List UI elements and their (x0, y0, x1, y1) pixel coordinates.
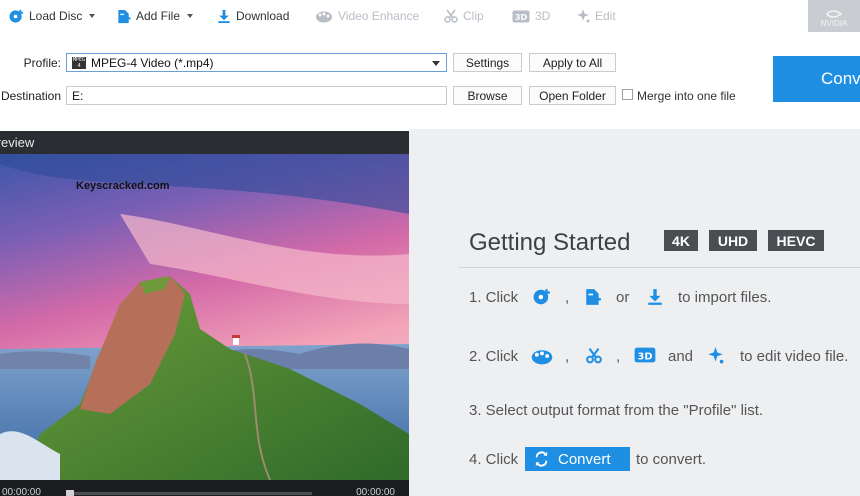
step3-text: 3. Select output format from the "Profil… (469, 402, 764, 419)
settings-button[interactable]: Settings (453, 53, 522, 72)
merge-checkbox[interactable] (622, 89, 633, 100)
destination-input[interactable]: E: (66, 86, 447, 105)
3d-icon: 3D (512, 10, 530, 22)
add-file-label: Add File (136, 9, 181, 23)
step4-suffix: to convert. (636, 451, 707, 468)
load-disc-icon (9, 9, 24, 23)
step1-suffix: to import files. (678, 289, 772, 306)
4k-badge: 4K (664, 230, 698, 251)
clip-button[interactable]: Clip (444, 7, 484, 25)
step1-prefix: 1. Click (469, 289, 519, 306)
load-disc-label: Load Disc (29, 9, 83, 23)
video-enhance-icon (316, 11, 332, 23)
add-file-button[interactable]: Add File (117, 7, 194, 25)
app-window: Load Disc Add File Download Video Enhanc… (0, 0, 860, 496)
video-enhance-label: Video Enhance (338, 9, 420, 23)
edit-icon (577, 9, 590, 23)
getting-started-panel (409, 129, 860, 496)
video-enhance-button[interactable]: Video Enhance (315, 7, 419, 25)
preview-header: Preview (0, 131, 409, 154)
convert-button[interactable]: Convert (773, 56, 860, 102)
profile-label: Profile: (23, 56, 61, 70)
watermark-text: Keyscracked.com (76, 180, 170, 192)
edit-label: Edit (595, 9, 616, 23)
step1-or: or (616, 289, 630, 306)
nvidia-logo-icon (826, 10, 843, 18)
convert-label: Convert (821, 69, 860, 88)
download-label: Download (236, 9, 290, 23)
uhd-badge: UHD (709, 230, 757, 251)
3d-label: 3D (535, 9, 551, 23)
chevron-down-icon (89, 14, 96, 18)
svg-text:3D: 3D (515, 13, 528, 22)
chevron-down-icon (187, 14, 194, 18)
3d-icon[interactable]: 3D (634, 347, 656, 363)
profile-value: MPEG-4 Video (*.mp4) (91, 55, 214, 70)
preview-image (0, 154, 409, 480)
step2-separator-2: , (616, 348, 621, 365)
main-toolbar: Load Disc Add File Download Video Enhanc… (0, 0, 860, 34)
step2-and: and (668, 348, 694, 365)
divider (459, 267, 860, 268)
step4-prefix: 4. Click (469, 451, 519, 468)
load-disc-button[interactable]: Load Disc (9, 7, 96, 25)
svg-text:3D: 3D (638, 351, 653, 362)
download-icon (218, 9, 230, 23)
landscape-illustration (0, 154, 409, 480)
seek-handle[interactable] (66, 490, 74, 496)
step2-suffix: to edit video file. (740, 348, 849, 365)
total-time: 00:00:00 (356, 487, 395, 496)
edit-icon[interactable] (707, 347, 724, 364)
hevc-badge: HEVC (768, 230, 824, 251)
inline-convert-button[interactable]: Convert (525, 447, 630, 471)
merge-label: Merge into one file (637, 89, 736, 103)
clip-icon (444, 9, 458, 23)
playback-bar: 00:00:00 00:00:00 (0, 480, 409, 496)
clip-icon[interactable] (586, 347, 602, 364)
nvidia-badge: NVIDIA (808, 0, 860, 32)
edit-button[interactable]: Edit (576, 7, 616, 25)
step2-separator-1: , (565, 348, 570, 365)
3d-button[interactable]: 3D 3D (512, 7, 550, 25)
destination-label: Destination: (0, 89, 61, 103)
seek-bar[interactable] (68, 492, 312, 495)
step1-separator: , (565, 289, 570, 306)
current-time: 00:00:00 (2, 487, 41, 496)
browse-button[interactable]: Browse (453, 86, 522, 105)
clip-label: Clip (463, 9, 484, 23)
destination-value: E: (72, 88, 84, 103)
load-disc-icon[interactable] (533, 288, 551, 306)
convert-icon (535, 451, 548, 467)
preview-title: Preview (0, 135, 35, 150)
download-button[interactable]: Download (217, 7, 289, 25)
profile-select[interactable]: MPEG 4 MPEG-4 Video (*.mp4) (66, 53, 447, 72)
add-file-icon (118, 9, 131, 23)
add-file-icon[interactable] (585, 288, 601, 306)
inline-convert-label: Convert (558, 450, 611, 468)
video-enhance-icon[interactable] (530, 347, 554, 365)
nvidia-label: NVIDIA (820, 19, 848, 28)
mpeg4-format-icon: MPEG 4 (72, 56, 86, 69)
getting-started-title: Getting Started (469, 229, 631, 256)
apply-to-all-button[interactable]: Apply to All (529, 53, 616, 72)
open-folder-button[interactable]: Open Folder (529, 86, 616, 105)
step2-prefix: 2. Click (469, 348, 519, 365)
download-icon[interactable] (647, 288, 663, 306)
chevron-down-icon[interactable] (432, 61, 440, 66)
